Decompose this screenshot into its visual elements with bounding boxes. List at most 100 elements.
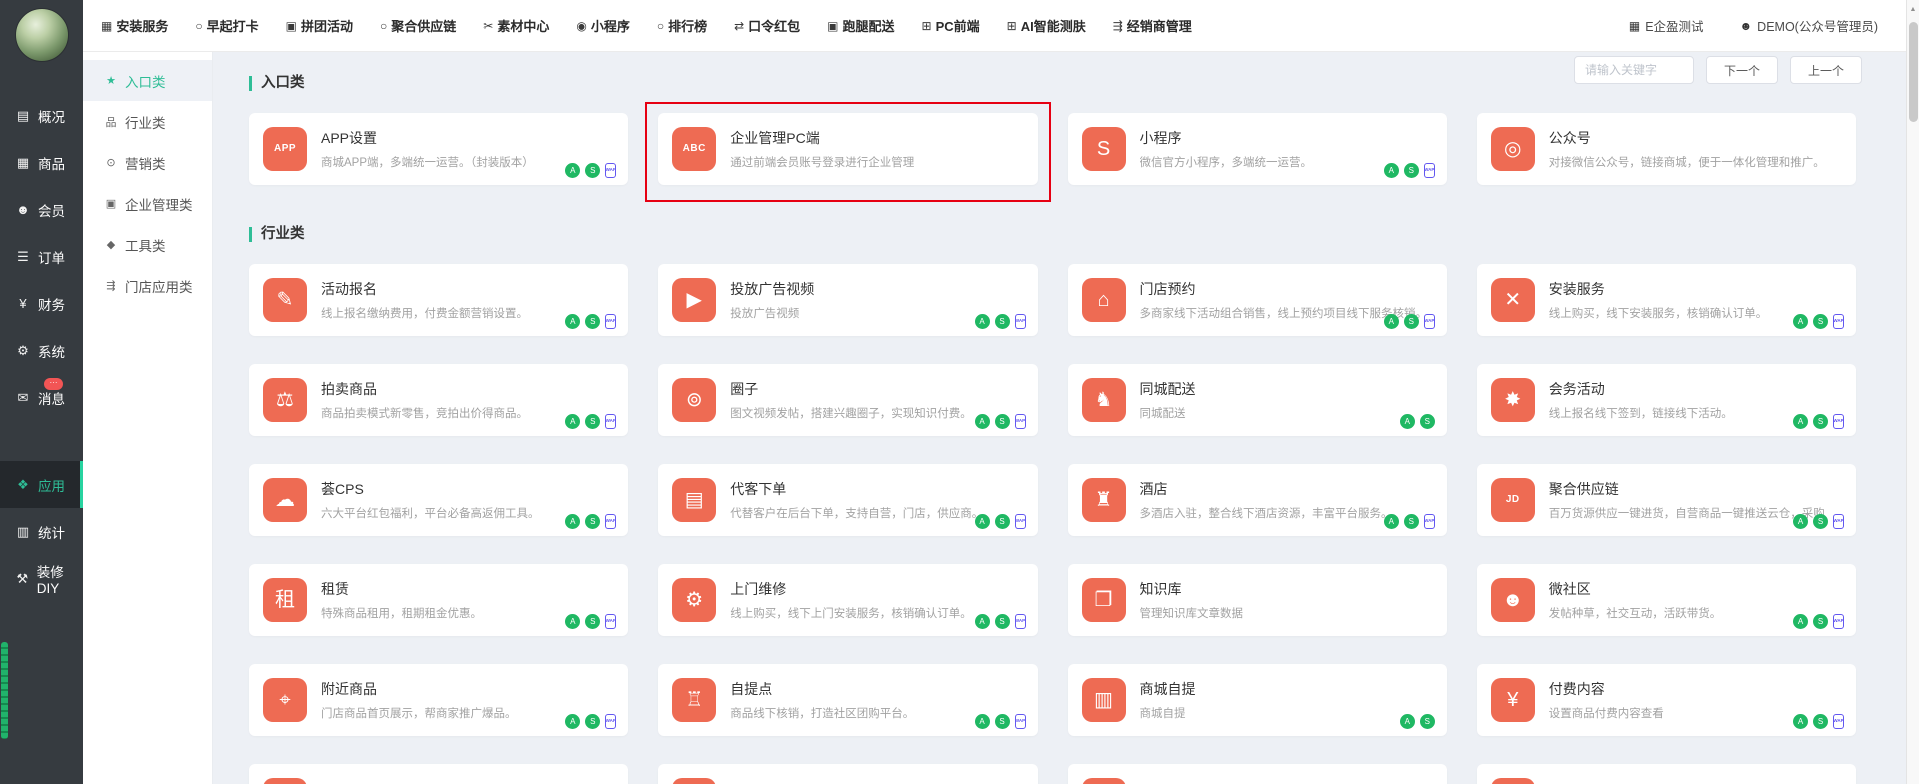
search-input[interactable]: [1574, 56, 1694, 84]
top-nav-item[interactable]: ⊞ PC前端: [922, 16, 980, 35]
miniprogram-icon: ◉: [576, 19, 586, 33]
category-item[interactable]: ◆ 工具类: [83, 224, 212, 265]
category-item[interactable]: ⇶ 门店应用类: [83, 265, 212, 306]
app-card-icon: ♜: [1082, 478, 1126, 522]
top-nav-item[interactable]: ○ 早起打卡: [195, 16, 258, 35]
top-nav-item[interactable]: ⊞ AI智能测肤: [1007, 16, 1086, 35]
app-card[interactable]: ABC 企业管理PC端 通过前端会员账号登录进行企业管理: [658, 113, 1037, 185]
app-card[interactable]: ◎ 公众号 对接微信公众号，链接商城，便于一体化管理和推广。: [1477, 113, 1856, 185]
app-card-icon: ▥: [1082, 678, 1126, 722]
wxapp-platform-icon: S: [1420, 714, 1435, 729]
topbar-right-item[interactable]: ☻ DEMO(公众号管理员): [1740, 16, 1878, 35]
app-card[interactable]: ▥ 商城自提 商城自提 AS: [1068, 664, 1447, 736]
top-nav-item[interactable]: ▣ 拼团活动: [286, 16, 353, 35]
app-card-icon: ✎: [263, 278, 307, 322]
top-nav-item[interactable]: ◉ 小程序: [576, 16, 630, 35]
app-card[interactable]: ⚙ 上门维修 线上购买，线下上门安装服务，核销确认订单。 ASWAP: [658, 564, 1037, 636]
prev-button[interactable]: 上一个: [1790, 56, 1862, 84]
top-nav-item-label: 口令红包: [748, 16, 800, 35]
top-nav-item[interactable]: ⇄ 口令红包: [734, 16, 800, 35]
app-card-title: 荟CPS: [321, 479, 610, 499]
sidebar-item[interactable]: ⚙ 系统: [0, 327, 83, 374]
sidebar-item[interactable]: ▦ 商品: [0, 139, 83, 186]
app-card[interactable]: ❐ 知识库 管理知识库文章数据: [1068, 564, 1447, 636]
sidebar-item[interactable]: ❖ 应用: [0, 461, 83, 508]
app-card[interactable]: ✎ 活动报名 线上报名缴纳费用，付费金额营销设置。 ASWAP: [249, 264, 628, 336]
app-card[interactable]: APP APP设置 商城APP端，多端统一运营。（封装版本） ASWAP: [249, 113, 628, 185]
wap-platform-icon: WAP: [605, 714, 616, 729]
app-card[interactable]: ☻ AI智能测肤: [1477, 764, 1856, 784]
top-nav-item-label: 排行榜: [668, 16, 707, 35]
top-nav-item-label: 小程序: [591, 16, 630, 35]
app-card[interactable]: ⊞ PC前端: [1068, 764, 1447, 784]
avatar[interactable]: [15, 8, 69, 62]
topbar-right-item[interactable]: ▦ E企盈测试: [1629, 16, 1704, 35]
wxapp-platform-icon: S: [585, 514, 600, 529]
wap-platform-icon: WAP: [1015, 714, 1026, 729]
app-card-icon: ♖: [672, 678, 716, 722]
app-card-title: 知识库: [1140, 579, 1429, 599]
platform-icons: AS: [1400, 714, 1435, 729]
sidebar-item[interactable]: ✉ 消息 ···: [0, 374, 83, 421]
app-card[interactable]: ♖ 自提点 商品线下核销，打造社区团购平台。 ASWAP: [658, 664, 1037, 736]
top-nav-item-label: 安装服务: [116, 16, 168, 35]
orders-icon: ☰: [13, 249, 33, 265]
wxapp-platform-icon: S: [585, 414, 600, 429]
top-nav-item[interactable]: ▦ 安装服务: [101, 16, 168, 35]
wxapp-platform-icon: S: [995, 714, 1010, 729]
app-card[interactable]: ☁ 荟CPS 六大平台红包福利，平台必备高返佣工具。 ASWAP: [249, 464, 628, 536]
app-card[interactable]: ⌖ 附近商品 门店商品首页展示，帮商家推广爆品。 ASWAP: [249, 664, 628, 736]
app-card[interactable]: ¥ 付费内容 设置商品付费内容查看 ASWAP: [1477, 664, 1856, 736]
top-nav-item[interactable]: ○ 排行榜: [657, 16, 707, 35]
app-card[interactable]: ⚖ 拍卖商品 商品拍卖模式新零售，竞拍出价得商品。 ASWAP: [249, 364, 628, 436]
app-card[interactable]: ✕ 安装服务 线上购买，线下安装服务，核销确认订单。 ASWAP: [1477, 264, 1856, 336]
sidebar-item[interactable]: ⚒ 装修DIY: [0, 555, 83, 602]
wxapp-platform-icon: S: [585, 163, 600, 178]
scroll-up-arrow[interactable]: ▲: [1907, 0, 1919, 13]
wap-platform-icon: WAP: [1833, 514, 1844, 529]
top-nav-item[interactable]: ⇶ 经销商管理: [1113, 16, 1192, 35]
app-card[interactable]: ♞ 同城配送 同城配送 AS: [1068, 364, 1447, 436]
card-grid: ✎ 活动报名 线上报名缴纳费用，付费金额营销设置。 ASWAP ▶ 投放广告视频…: [249, 264, 1856, 784]
app-card[interactable]: JD 聚合供应链 百万货源供应一键进货，自营商品一键推送云仓，采购 ASWAP: [1477, 464, 1856, 536]
green-scroll-indicator[interactable]: [1, 642, 8, 739]
sidebar-item[interactable]: ☻ 会员: [0, 186, 83, 233]
category-item[interactable]: 品 行业类: [83, 101, 212, 142]
wap-platform-icon: WAP: [1424, 314, 1435, 329]
app-card[interactable]: ◷ 分时预约: [658, 764, 1037, 784]
vertical-scrollbar[interactable]: ▲: [1906, 0, 1919, 784]
app-card[interactable]: ♜ 酒店 多酒店入驻，整合线下酒店资源，丰富平台服务。 ASWAP: [1068, 464, 1447, 536]
category-item[interactable]: ▣ 企业管理类: [83, 183, 212, 224]
category-item[interactable]: ⊙ 营销类: [83, 142, 212, 183]
wap-platform-icon: WAP: [1015, 314, 1026, 329]
app-card[interactable]: 租 租赁 特殊商品租用，租期租金优惠。 ASWAP: [249, 564, 628, 636]
sidebar-item[interactable]: ¥ 财务: [0, 280, 83, 327]
sidebar-item[interactable]: ▤ 概况: [0, 92, 83, 139]
app-card[interactable]: ⌂ 厂家: [249, 764, 628, 784]
app-card[interactable]: ☻ 微社区 发帖种草，社交互动，活跃带货。 ASWAP: [1477, 564, 1856, 636]
sidebar-item[interactable]: ☰ 订单: [0, 233, 83, 280]
sidebar-item-label: 商品: [38, 153, 65, 173]
app-platform-icon: A: [975, 514, 990, 529]
sidebar-item[interactable]: ▥ 统计: [0, 508, 83, 555]
app-card[interactable]: ⌂ 门店预约 多商家线下活动组合销售，线上预约项目线下服务核销。 ASWAP: [1068, 264, 1447, 336]
app-card[interactable]: ▶ 投放广告视频 投放广告视频 ASWAP: [658, 264, 1037, 336]
scrollbar-thumb[interactable]: [1909, 22, 1918, 122]
app-card[interactable]: ▤ 代客下单 代替客户在后台下单，支持自营，门店，供应商。 ASWAP: [658, 464, 1037, 536]
app-card[interactable]: ✸ 会务活动 线上报名线下签到，链接线下活动。 ASWAP: [1477, 364, 1856, 436]
app-card[interactable]: S 小程序 微信官方小程序，多端统一运营。 ASWAP: [1068, 113, 1447, 185]
platform-icons: ASWAP: [565, 414, 616, 429]
app-card-title: 商城自提: [1140, 679, 1429, 699]
wap-platform-icon: WAP: [1833, 314, 1844, 329]
top-nav-item[interactable]: ✂ 素材中心: [483, 16, 549, 35]
app-card[interactable]: ⊚ 圈子 图文视频发帖，搭建兴趣圈子，实现知识付费。 ASWAP: [658, 364, 1037, 436]
category-item[interactable]: ★ 入口类: [83, 60, 212, 101]
top-nav-item[interactable]: ▣ 跑腿配送: [827, 16, 894, 35]
app-card-title: 租赁: [321, 579, 610, 599]
next-button[interactable]: 下一个: [1706, 56, 1778, 84]
wxapp-platform-icon: S: [1404, 163, 1419, 178]
app-card-icon: APP: [263, 127, 307, 171]
top-nav-item[interactable]: ○ 聚合供应链: [380, 16, 456, 35]
app-card-icon: ABC: [672, 127, 716, 171]
app-card-icon: ⌖: [263, 678, 307, 722]
